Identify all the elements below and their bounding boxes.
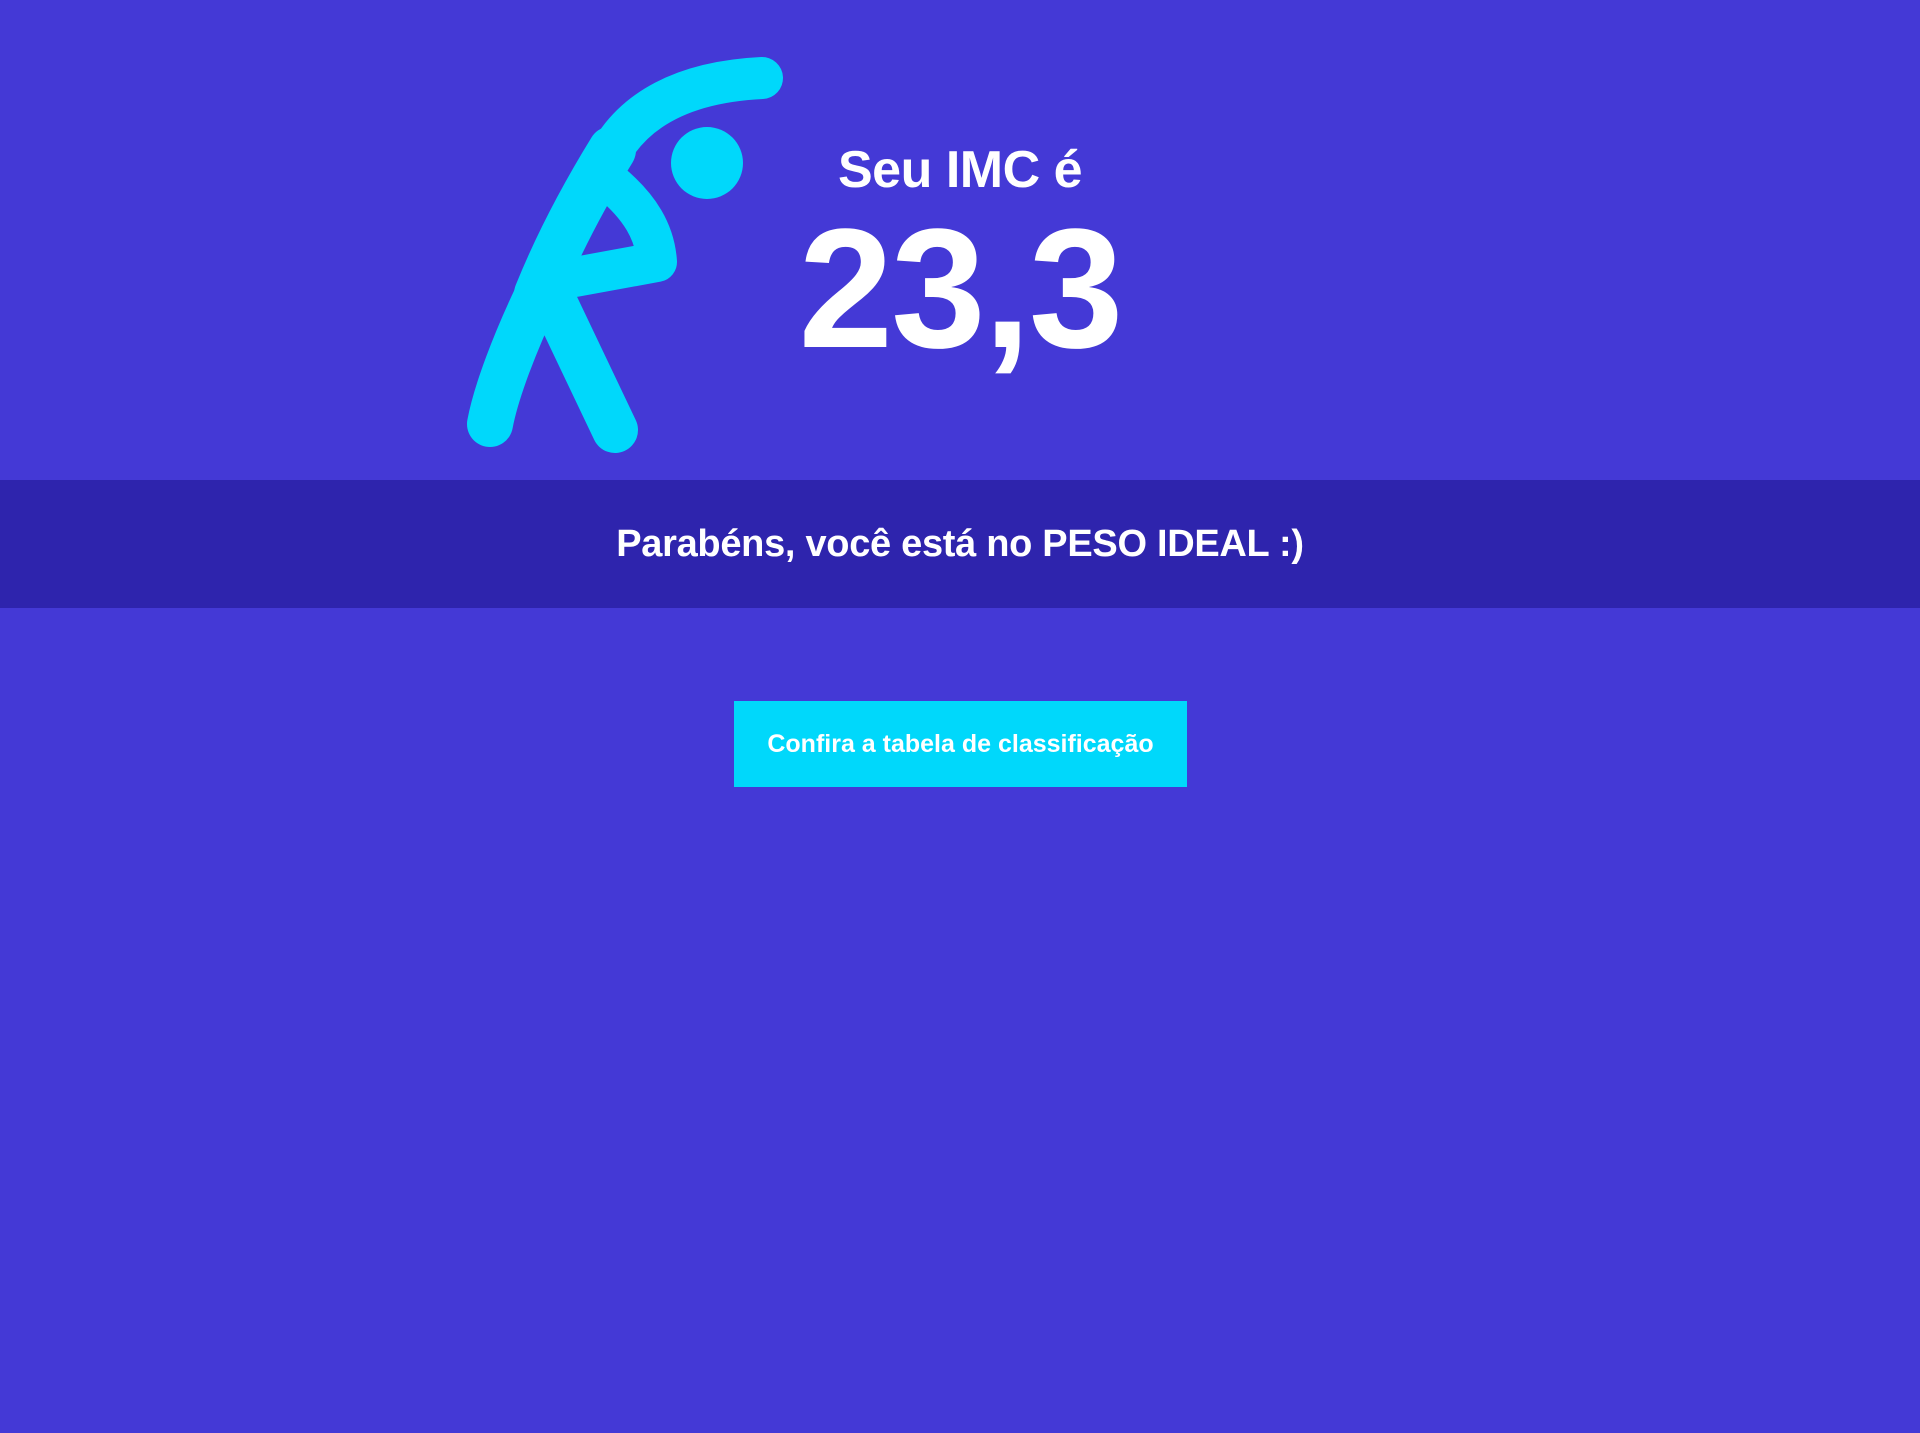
result-label: Seu IMC é (838, 141, 1083, 199)
classification-table-button[interactable]: Confira a tabela de classificação (734, 701, 1187, 787)
status-banner: Parabéns, você está no PESO IDEAL :) (0, 480, 1920, 608)
status-message: Parabéns, você está no PESO IDEAL :) (616, 522, 1304, 565)
stretching-person-icon (467, 57, 783, 453)
bmi-result: Seu IMC é 23,3 (760, 140, 1160, 374)
bmi-value: 23,3 (798, 194, 1124, 384)
result-hero: Seu IMC é 23,3 (0, 0, 1920, 480)
